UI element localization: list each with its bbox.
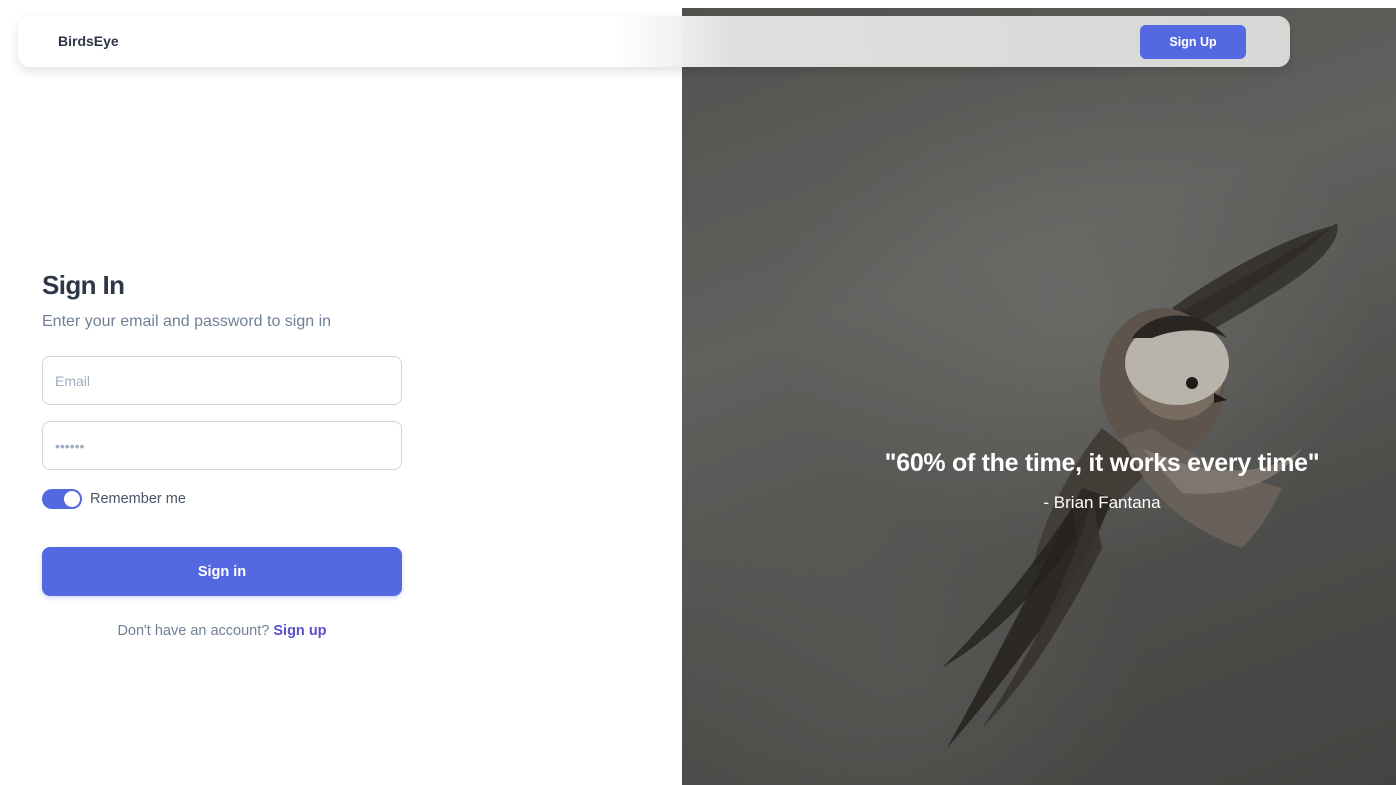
sign-in-form: Sign In Enter your email and password to… xyxy=(42,270,402,639)
remember-me-row: Remember me xyxy=(42,488,402,510)
toggle-knob xyxy=(64,491,80,507)
signup-link[interactable]: Sign up xyxy=(273,623,326,639)
signup-prompt: Don't have an account? Sign up xyxy=(42,623,402,639)
brand-logo-text[interactable]: BirdsEye xyxy=(58,33,119,49)
email-input[interactable] xyxy=(42,356,402,405)
sign-in-page: "60% of the time, it works every time" -… xyxy=(0,0,1396,785)
page-subtitle: Enter your email and password to sign in xyxy=(42,313,332,330)
remember-me-label: Remember me xyxy=(90,491,186,507)
sign-in-button[interactable]: Sign in xyxy=(42,547,402,596)
remember-me-toggle[interactable] xyxy=(42,489,82,509)
hero-panel: "60% of the time, it works every time" -… xyxy=(682,8,1396,785)
hero-overlay xyxy=(682,8,1396,785)
signup-prompt-text: Don't have an account? xyxy=(117,623,274,639)
hero-quote: "60% of the time, it works every time" xyxy=(884,449,1320,477)
top-navbar: BirdsEye Sign Up xyxy=(18,16,1290,67)
password-input[interactable] xyxy=(42,421,402,470)
page-title: Sign In xyxy=(42,270,125,300)
hero-quote-author: - Brian Fantana xyxy=(1043,493,1161,512)
nav-signup-button[interactable]: Sign Up xyxy=(1140,25,1246,59)
